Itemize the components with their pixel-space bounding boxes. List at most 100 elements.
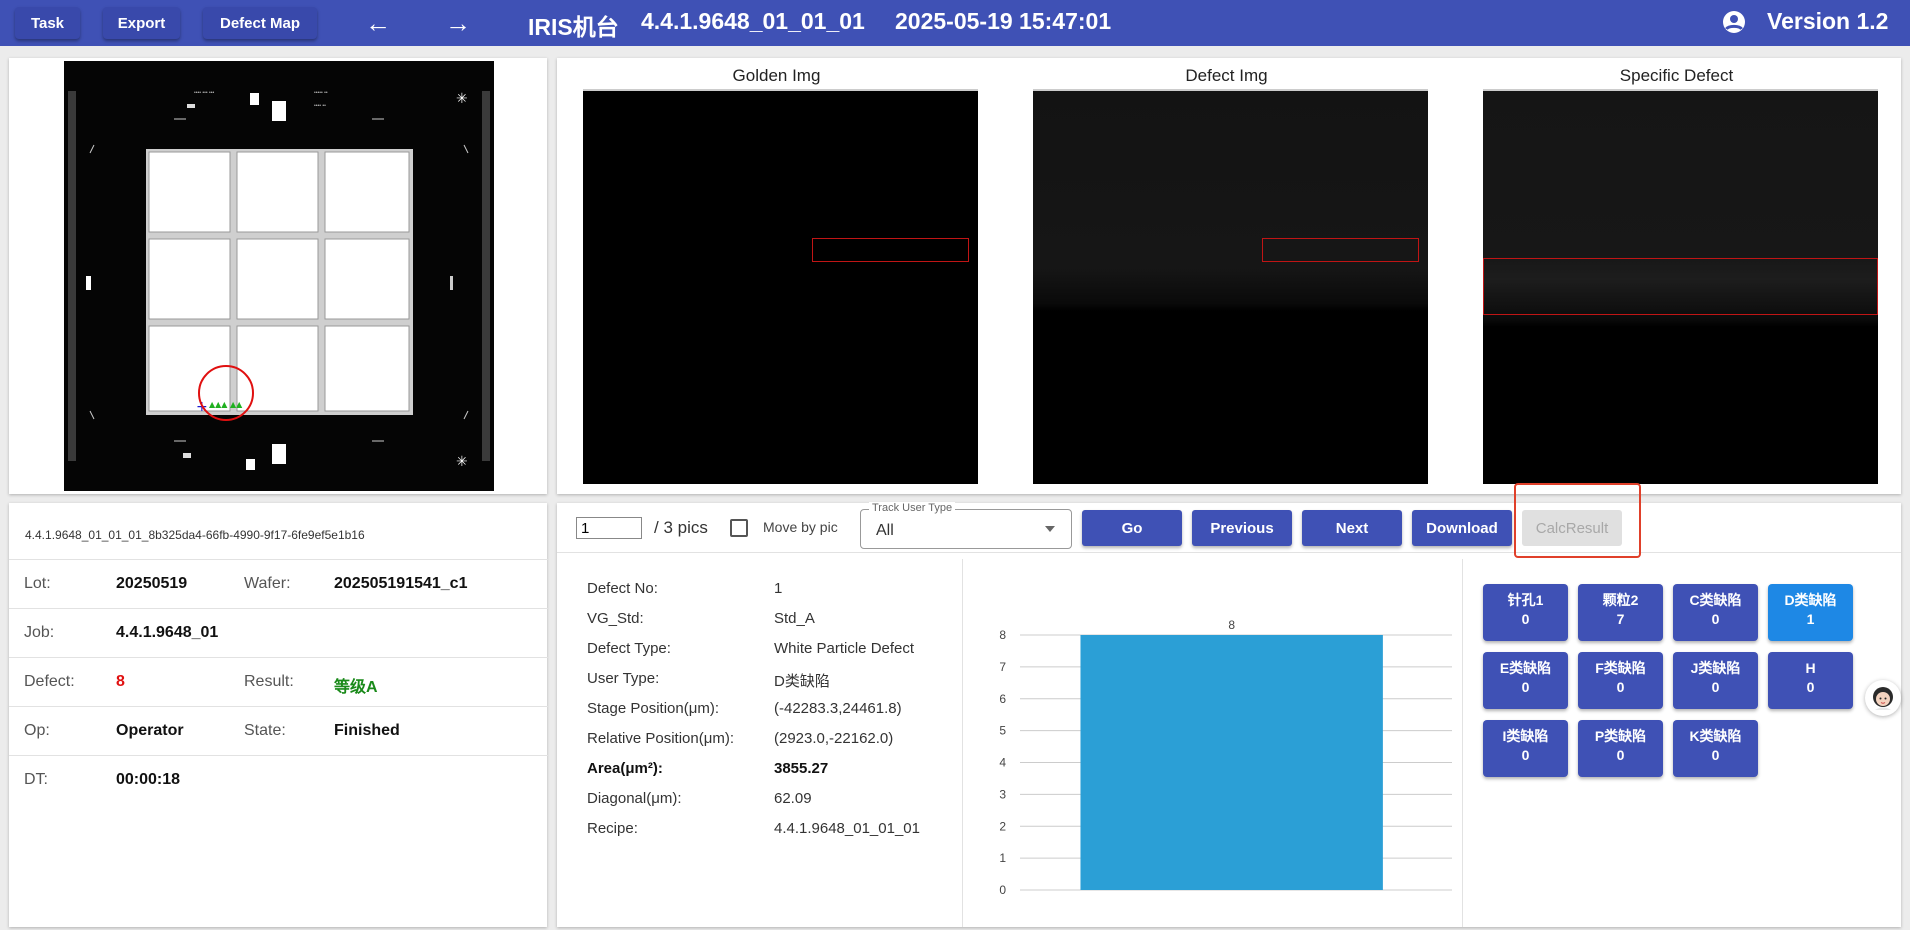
specific-defect-label: Specific Defect <box>1619 66 1734 85</box>
next-button[interactable]: Next <box>1302 510 1402 546</box>
y-tick-label: 3 <box>999 787 1006 801</box>
y-tick-label: 1 <box>999 851 1006 865</box>
result-value: 等级A <box>334 679 378 696</box>
defect-no-label: Defect No: <box>587 580 658 597</box>
defect-type-name: C类缺陷 <box>1689 592 1742 608</box>
chart-divider <box>1462 559 1463 927</box>
diagonal-label: Diagonal(μm): <box>587 790 682 807</box>
defect-type-name: 针孔1 <box>1507 592 1544 608</box>
golden-image[interactable] <box>583 89 978 484</box>
defect-type-button[interactable]: 颗粒2 7 <box>1578 584 1663 641</box>
account-circle-icon[interactable] <box>1722 10 1746 34</box>
defect-type-count: 0 <box>1616 747 1625 763</box>
wafer-map-panel: •••• ••• ••• ••••• •• •••• •• ✳ ✳ + ▲▲▲ … <box>9 58 547 494</box>
defect-type-button[interactable]: J类缺陷 0 <box>1673 652 1758 709</box>
export-button[interactable]: Export <box>103 7 180 39</box>
defect-type-button[interactable]: F类缺陷 0 <box>1578 652 1663 709</box>
defect-defect-box <box>1262 238 1419 262</box>
chart-bar[interactable] <box>1080 635 1383 890</box>
task-button[interactable]: Task <box>15 7 80 39</box>
defect-type-button[interactable]: D类缺陷 1 <box>1768 584 1853 641</box>
golden-defect-box <box>812 238 969 262</box>
y-tick-label: 0 <box>999 883 1006 897</box>
page-number-input[interactable] <box>576 517 642 539</box>
details-divider <box>962 559 963 927</box>
track-user-type-select[interactable]: Track User Type All <box>860 502 1072 549</box>
defect-image[interactable] <box>1033 89 1428 484</box>
y-tick-label: 4 <box>999 756 1006 770</box>
defect-type-name: J类缺陷 <box>1690 660 1741 676</box>
track-user-type-value: All <box>876 522 894 539</box>
stage-position-label: Stage Position(μm): <box>587 700 720 717</box>
defect-type-count: 0 <box>1521 679 1530 695</box>
diagonal-value: 62.09 <box>774 790 812 807</box>
download-button[interactable]: Download <box>1412 510 1512 546</box>
defect-type-button[interactable]: H0 <box>1768 652 1853 709</box>
vg-std-label: VG_Std: <box>587 610 644 627</box>
user-type-value: D类缺陷 <box>774 673 830 690</box>
dt-label: DT: <box>24 771 48 788</box>
arrow-right-icon[interactable]: → <box>442 8 474 38</box>
defect-type-count: 0 <box>1616 679 1625 695</box>
wafer-map-image[interactable]: •••• ••• ••• ••••• •• •••• •• ✳ ✳ + ▲▲▲ … <box>64 61 494 491</box>
defect-type-button[interactable]: K类缺陷 0 <box>1673 720 1758 777</box>
defect-count: 8 <box>116 673 125 690</box>
op-label: Op: <box>24 722 50 739</box>
result-label: Result: <box>244 673 294 690</box>
defect-type-count: 0 <box>1711 747 1720 763</box>
info-row-job: Job: 4.4.1.9648_01 <box>9 608 549 657</box>
y-tick-label: 7 <box>999 660 1006 674</box>
svg-text:▲▲▲ ▲▲: ▲▲▲ ▲▲ <box>209 400 243 409</box>
y-tick-label: 8 <box>999 628 1006 642</box>
defect-type-name: D类缺陷 <box>1784 592 1837 608</box>
go-button[interactable]: Go <box>1082 510 1182 546</box>
previous-button[interactable]: Previous <box>1192 510 1292 546</box>
move-by-pic-label: Move by pic <box>763 519 838 535</box>
area-label: Area(μm²): <box>587 760 663 777</box>
defect-count-chart: 0 1 2 3 4 5 6 7 8 8 <box>999 618 1452 897</box>
state-label: State: <box>244 722 286 739</box>
defect-type-count: 1 <box>1806 611 1815 627</box>
defect-no-value: 1 <box>774 580 783 597</box>
defect-type-count: 0 <box>1521 611 1530 627</box>
defect-type-name: K类缺陷 <box>1689 728 1742 744</box>
defect-map-button[interactable]: Defect Map <box>203 7 317 39</box>
info-row-dt: DT: 00:00:18 <box>9 755 549 804</box>
lot-label: Lot: <box>24 575 51 592</box>
recipe-label: Recipe: <box>587 820 638 837</box>
svg-text:✳: ✳ <box>456 91 468 107</box>
state-value: Finished <box>334 722 400 739</box>
defect-type-count: 0 <box>1711 679 1720 695</box>
datetime-title: 2025-05-19 15:47:01 <box>895 8 1112 34</box>
move-by-pic-checkbox[interactable] <box>730 519 748 537</box>
top-app-bar: Task Export Defect Map ← → IRIS机台 4.4.1.… <box>0 0 1910 46</box>
defect-label: Defect: <box>24 673 75 690</box>
chevron-down-icon <box>1045 526 1055 532</box>
specific-defect-image[interactable] <box>1483 89 1878 484</box>
defect-type-name: F类缺陷 <box>1595 660 1646 676</box>
defect-type-name: 颗粒2 <box>1602 592 1639 608</box>
defect-img-label: Defect Img <box>1185 66 1268 85</box>
defect-type-count: 0 <box>1521 747 1530 763</box>
defect-type-button[interactable]: E类缺陷 0 <box>1483 652 1568 709</box>
stage-position-value: (-42283.3,24461.8) <box>774 700 902 717</box>
machine-name: IRIS机台 <box>528 14 619 40</box>
user-type-label: User Type: <box>587 670 660 687</box>
defect-type-label: Defect Type: <box>587 640 671 657</box>
arrow-left-icon[interactable]: ← <box>362 8 394 38</box>
lot-value: 20250519 <box>116 575 188 592</box>
defect-type-button[interactable]: C类缺陷 0 <box>1673 584 1758 641</box>
defect-type-button[interactable]: I类缺陷 0 <box>1483 720 1568 777</box>
defect-type-button[interactable]: P类缺陷 0 <box>1578 720 1663 777</box>
svg-text:•••• ••: •••• •• <box>314 103 326 109</box>
bar-data-label: 8 <box>1228 618 1235 632</box>
specific-defect-box <box>1483 258 1878 315</box>
svg-text:••••• ••: ••••• •• <box>314 90 328 96</box>
defect-type-button[interactable]: 针孔1 0 <box>1483 584 1568 641</box>
svg-text:✳: ✳ <box>456 454 468 470</box>
info-row-op: Op: Operator State: Finished <box>9 706 549 755</box>
defect-type-name: I类缺陷 <box>1502 728 1549 744</box>
wafer-label: Wafer: <box>244 575 291 592</box>
assistant-avatar[interactable] <box>1865 680 1901 716</box>
y-tick-label: 6 <box>999 692 1006 706</box>
